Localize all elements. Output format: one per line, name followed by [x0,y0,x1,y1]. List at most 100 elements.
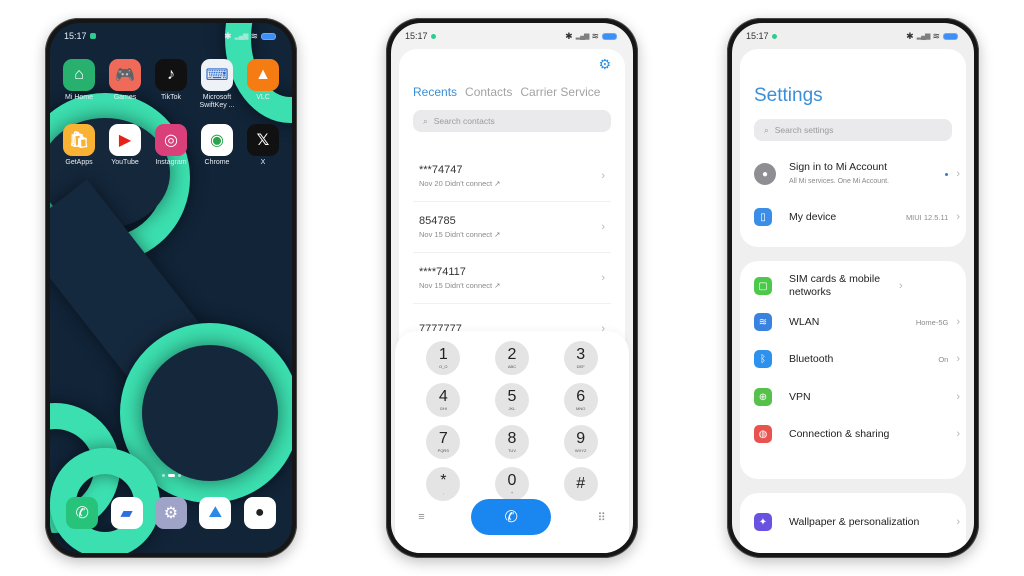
phone-icon[interactable]: ✆ [66,497,99,529]
call-log-row[interactable]: ***74747 Nov 20 Didn't connect ↗ › [413,151,611,202]
dial-key[interactable]: 3 DEF [563,341,598,375]
search-settings-input[interactable]: ⌕ Search settings [754,119,952,141]
key-digit: 1 [438,346,448,363]
chevron-right-icon: › [899,280,903,292]
settings-item-connection[interactable]: ◍ Connection & sharing › [754,425,960,443]
tab-carrier-service[interactable]: Carrier Service [520,85,600,99]
chevron-right-icon: › [956,211,960,223]
page-title: Settings [754,85,823,106]
gallery-icon[interactable]: ⛰ [199,497,232,529]
dial-key[interactable]: 1 O_O [426,341,461,375]
dial-key[interactable]: 2 ABC [494,341,529,375]
vpn-globe-icon: ⊕ [754,388,772,406]
dial-key[interactable]: 0 + [494,467,529,501]
key-letters: JKL [508,406,516,411]
dial-key[interactable]: 7 PQRS [426,425,461,459]
app-label: Mi Home [64,94,93,101]
notification-dot [945,172,949,176]
dial-key[interactable]: 4 GHI [426,383,461,417]
camera-icon[interactable]: ● [243,497,276,529]
keypad-toggle-icon[interactable]: ⠿ [598,511,606,524]
account-avatar-icon: ● [754,163,776,185]
key-letters: DEF [576,364,585,369]
device-icon: ▯ [754,208,772,226]
call-log-row[interactable]: 854785 Nov 15 Didn't connect ↗ › [413,202,611,253]
chevron-right-icon: › [956,428,960,440]
settings-gear-icon[interactable]: ⚙ [154,497,187,529]
app-microsoft[interactable]: ⌨ Microsoft SwiftKey ... [194,59,240,110]
tiktok-icon: ♪ [155,59,187,91]
item-sublabel: All Mi services. One Mi Account. [789,178,889,185]
tab-contacts[interactable]: Contacts [465,85,512,99]
settings-item-wlan[interactable]: ≋ WLAN Home-5G › [754,313,960,331]
search-contacts-input[interactable]: ⌕ Search contacts [413,110,611,132]
app-games[interactable]: 🎮 Games [102,59,148,110]
mi-home-icon: ⌂ [63,59,95,91]
phone-home-screen: 15:17 ✱ ▂▄▆ ≋ ⌂ Mi Home 🎮 Games ♪ TikTok ⌨ Micros… [45,18,297,558]
settings-item-my-device[interactable]: ▯ My device MIUI 12.5.11 › [754,208,960,226]
settings-item-bluetooth[interactable]: ᛒ Bluetooth On › [754,350,960,368]
dial-key[interactable]: *, [426,467,461,501]
key-letters: + [510,490,514,495]
app-tiktok[interactable]: ♪ TikTok [148,59,194,110]
dial-key[interactable]: 5 JKL [494,383,529,417]
menu-icon[interactable]: ≡ [418,511,424,523]
status-bar: 15:17 ✱ ▂▄▆ ≋ [50,23,292,49]
search-icon: ⌕ [423,115,428,126]
settings-item-sim[interactable]: ▢ SIM cards & mobile networks › [754,273,960,299]
tab-recents[interactable]: Recents [413,85,457,99]
call-button[interactable]: ✆ [471,499,552,535]
call-log-row[interactable]: ****74117 Nov 15 Didn't connect ↗ › [413,253,611,304]
call-number: ***74747 [419,164,463,176]
dial-key[interactable]: # [563,467,598,501]
status-bar: 15:17 ✱ ▂▄▆ ≋ [391,23,633,49]
app-label: YouTube [111,159,139,166]
x-icon: 𝕏 [247,124,279,156]
status-bar: 15:17 ✱ ▂▄▆ ≋ [732,23,974,49]
key-digit: 4 [438,388,448,405]
signal-icon: ▂▄▆ [575,33,590,40]
clock: 15:17 [405,31,428,41]
app-mi[interactable]: ⌂ Mi Home [56,59,102,110]
chevron-right-icon: › [601,221,605,233]
app-instagram[interactable]: ◎ Instagram [148,124,194,167]
notification-icon [89,33,96,39]
key-letters: GHI [439,406,447,411]
item-label: Bluetooth [789,352,834,365]
chrome-icon: ◉ [201,124,233,156]
youtube-icon: ▶ [109,124,141,156]
app-vlc[interactable]: ▲ VLC [240,59,286,110]
settings-item-wallpaper[interactable]: ✦ Wallpaper & personalization › [754,513,960,531]
app-label: Microsoft SwiftKey ... [199,94,235,109]
messages-icon[interactable]: ▰ [110,497,143,529]
dial-key[interactable]: 9 WXYZ [563,425,598,459]
app-getapps[interactable]: 🛍 GetApps [56,124,102,167]
item-label: SIM cards & mobile networks [789,273,881,298]
bluetooth-status-icon: ✱ [906,30,914,41]
key-letters: PQRS [437,448,449,453]
app-youtube[interactable]: ▶ YouTube [102,124,148,167]
app-x[interactable]: 𝕏X [240,124,286,167]
dial-key[interactable]: 6 MNO [563,383,598,417]
item-label: WLAN [789,315,820,328]
dial-bar: ≡ ✆ ⠿ [395,499,629,535]
app-label: VLC [256,94,270,101]
key-digit: 9 [576,430,586,447]
key-digit: 5 [507,388,517,405]
dialer-settings-gear-icon[interactable]: ⚙ [598,56,611,73]
settings-item-vpn[interactable]: ⊕ VPN › [754,388,960,406]
home-screen: 15:17 ✱ ▂▄▆ ≋ ⌂ Mi Home 🎮 Games ♪ TikTok ⌨ Micros… [50,23,292,553]
app-chrome[interactable]: ◉ Chrome [194,124,240,167]
dial-key[interactable]: 8 TUV [494,425,529,459]
key-letters: WXYZ [574,448,587,453]
key-digit: 2 [507,346,517,363]
item-value: On [938,354,949,364]
key-digit: 6 [576,388,586,405]
settings-item-mi-account[interactable]: ● Sign in to Mi Account All Mi services. … [754,161,960,187]
bluetooth-status-icon: ✱ [565,30,573,41]
signal-icon: ▂▄▆ [234,33,249,40]
dial-pad: 1 O_O 2 ABC 3 DEF 4 GHI 5 JKL 6 MNO 7 PQRS 8 TUV 9 WXYZ *,… [395,331,629,553]
sim-card-icon: ▢ [754,277,772,295]
wifi-status-icon: ≋ [932,30,940,41]
chevron-right-icon: › [956,391,960,403]
